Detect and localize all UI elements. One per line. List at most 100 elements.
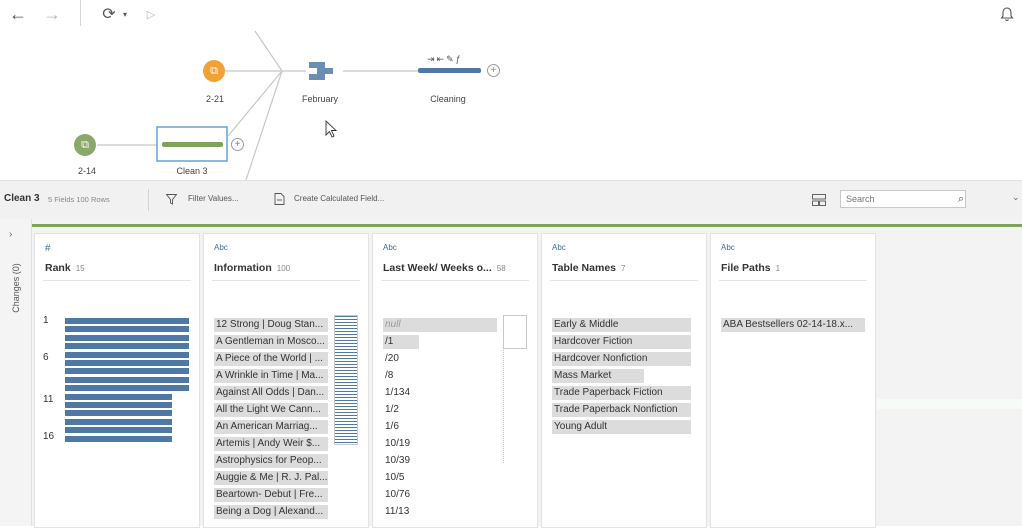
value-bar[interactable]: Being a Dog | Alexand... [214,505,328,519]
value-bar[interactable]: An American Marriag... [214,420,328,434]
rank-bar[interactable] [65,326,189,333]
flow-connectors [97,30,481,180]
search-input[interactable] [840,190,966,208]
add-step-plus-icon[interactable]: + [231,138,244,151]
field-card-table-names[interactable]: Abc Table Names 7 Early & Middle Hardcover… [541,233,707,528]
refresh-icon[interactable]: ⟳ [99,4,119,24]
changes-panel-label[interactable]: Changes (0) [11,248,21,328]
value-bar[interactable]: Artemis | Andy Weir $... [214,437,328,451]
collapse-chevron-icon[interactable]: ⌄ [1012,192,1020,203]
information-scroll-minimap[interactable] [334,315,358,445]
value-bar[interactable]: Young Adult [552,420,691,434]
profile-pane: # Rank 15 1 6 11 16 Abc Information 100 12… [32,219,1022,528]
value-bar[interactable]: Astrophysics for Peop... [214,454,328,468]
calculated-field-icon [274,193,285,205]
rank-bar[interactable] [65,334,189,341]
value-bar[interactable]: Trade Paperback Fiction [552,386,691,400]
field-card-rank[interactable]: # Rank 15 1 6 11 16 [34,233,200,528]
step-toolbar: Clean 3 5 Fields 100 Rows Filter Values.… [0,180,1022,220]
value-bar[interactable]: 1/6 [383,420,497,434]
field-name: Information 100 [214,262,290,274]
clean-step-node-cleaning[interactable] [418,62,481,80]
field-count: 15 [75,264,85,273]
rank-bar[interactable] [65,427,172,434]
filter-values-button[interactable]: Filter Values... [164,191,264,209]
value-bar[interactable]: 1/134 [383,386,497,400]
value-bar[interactable]: 1/2 [383,403,497,417]
rank-bar[interactable] [65,385,189,392]
rank-bar[interactable] [65,368,189,375]
field-card-information[interactable]: Abc Information 100 12 Strong | Doug Stan… [203,233,369,528]
back-arrow-icon[interactable]: ← [8,4,28,24]
field-card-file-paths[interactable]: Abc File Paths 1 ABA Bestsellers 02-14-18… [710,233,876,528]
value-bar[interactable]: ABA Bestsellers 02-14-18.x... [721,318,865,332]
value-bar[interactable]: Trade Paperback Nonfiction [552,403,691,417]
value-bar[interactable]: Auggie & Me | R. J. Pal... [214,471,328,485]
clean-step-node-clean3[interactable] [157,127,227,161]
run-play-icon[interactable]: ▷ [144,4,158,24]
last-week-scroll-thumb[interactable] [503,315,527,349]
input-node-2-21-icon[interactable]: ⧉ [203,60,225,82]
value-bar[interactable]: Mass Market [552,369,644,383]
rank-bar[interactable] [65,343,189,350]
value-bar[interactable]: /1 [383,335,419,349]
value-bar[interactable]: 10/39 [383,454,497,468]
value-bar[interactable]: Hardcover Fiction [552,335,691,349]
field-card-last-week[interactable]: Abc Last Week/ Weeks o... 58 null/1/20/8 1… [372,233,538,528]
rank-axis-label: 6 [43,352,49,363]
value-bar[interactable]: Beartown- Debut | Fre... [214,488,328,502]
value-bar[interactable]: 10/19 [383,437,497,451]
node-label-cleaning: Cleaning [430,94,466,104]
create-calculated-field-button[interactable]: Create Calculated Field... [272,191,412,209]
changes-rail: › Changes (0) [0,219,32,526]
value-bar[interactable]: A Piece of the World | ... [214,352,328,366]
field-name: Last Week/ Weeks o... 58 [383,262,506,274]
value-bar[interactable]: /8 [383,369,497,383]
value-bar[interactable]: 12 Strong | Doug Stan... [214,318,328,332]
empty-area [877,399,1022,409]
rank-bar[interactable] [65,393,172,400]
value-bar[interactable]: A Wrinkle in Time | Ma... [214,369,328,383]
string-type-icon: Abc [721,243,735,252]
toolbar-divider [148,189,149,211]
rank-bar[interactable] [65,318,189,324]
input-node-2-14-icon[interactable]: ⧉ [74,134,96,156]
expand-chevron-icon[interactable]: › [9,229,12,240]
header-divider [43,280,191,281]
notification-bell-icon[interactable] [998,4,1016,24]
value-bar[interactable]: 11/13 [383,505,497,519]
rank-bar[interactable] [65,402,172,408]
add-step-plus-icon[interactable]: + [487,64,500,77]
rank-bar[interactable] [65,351,189,358]
flow-canvas[interactable]: ⧉ 2-21 ⧉ 2-14 February + Clean 3 ⇥⇤✎ƒ + … [0,26,1022,180]
header-divider [550,280,698,281]
field-name-label: Last Week/ Weeks o... [383,262,492,274]
rank-bar[interactable] [65,360,189,366]
field-name: File Paths 1 [721,262,780,274]
rank-axis-label: 16 [43,431,55,442]
rank-bar[interactable] [65,435,172,442]
value-bar[interactable]: A Gentleman in Mosco... [214,335,328,349]
value-bar[interactable]: All the Light We Cann... [214,403,328,417]
refresh-dropdown-icon[interactable]: ▾ [120,4,130,24]
header-divider [212,280,360,281]
value-bar[interactable]: Hardcover Nonfiction [552,352,691,366]
node-label-2-21: 2-21 [205,94,224,104]
layout-toggle-icon[interactable] [812,193,826,206]
join-node-february[interactable] [306,58,340,84]
value-bar[interactable]: 10/5 [383,471,497,485]
value-bar[interactable]: null [383,318,497,332]
value-bar[interactable]: /20 [383,352,497,366]
forward-arrow-icon[interactable]: → [42,4,62,24]
header-divider [381,280,529,281]
field-count: 1 [775,264,781,273]
value-bar[interactable]: Against All Odds | Dan... [214,386,328,400]
header-divider [719,280,867,281]
rank-bar[interactable] [65,418,172,425]
toolbar-divider [80,0,81,26]
search-icon: ⌕ [958,193,965,205]
value-bar[interactable]: Early & Middle [552,318,691,332]
rank-bar[interactable] [65,410,172,417]
rank-bar[interactable] [65,376,189,383]
value-bar[interactable]: 10/76 [383,488,497,502]
